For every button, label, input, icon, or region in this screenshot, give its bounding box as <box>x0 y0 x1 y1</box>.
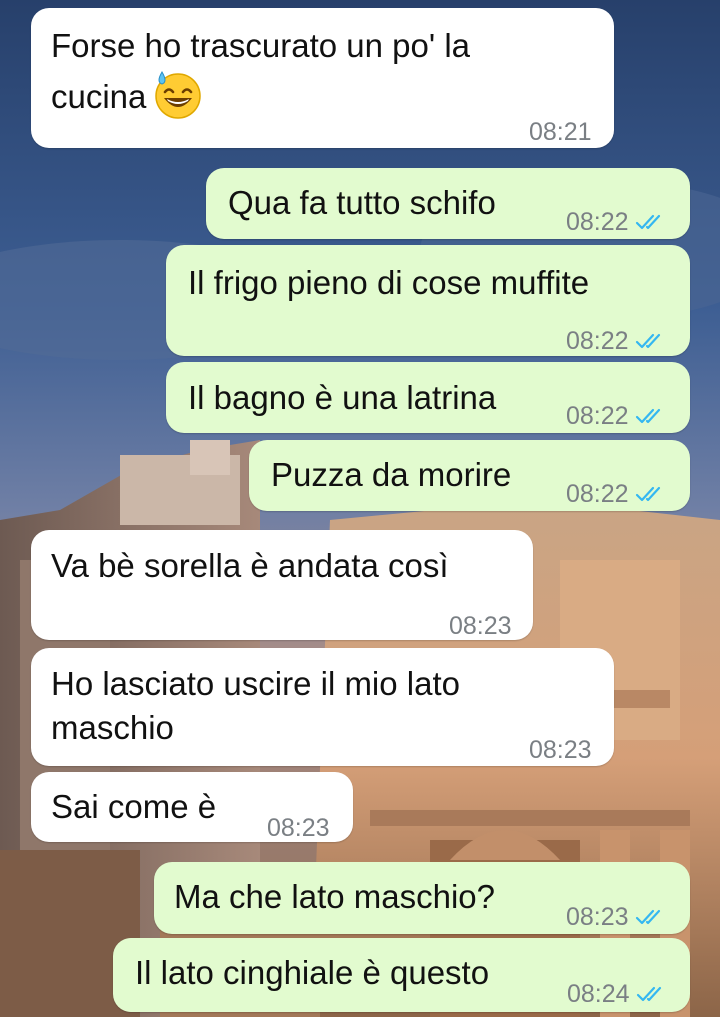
message-line: Il frigo pieno di cose muffite <box>188 264 590 301</box>
message-line: Il lato cinghiale è questo <box>135 954 490 991</box>
double-check-read-icon <box>635 907 665 927</box>
message-meta: 08:22 <box>566 200 665 244</box>
message-time: 08:22 <box>566 480 629 508</box>
double-check-read-icon <box>635 484 665 504</box>
message-meta: 08:22 <box>566 394 665 438</box>
chat-message-list[interactable]: Forse ho trascurato un po' la cucina 08:21… <box>0 0 720 1017</box>
outgoing-message-bubble[interactable]: Il frigo pieno di cose muffite 08:22 <box>166 245 690 356</box>
message-time: 08:23 <box>449 612 512 640</box>
message-meta: 08:22 <box>566 319 665 363</box>
message-meta: 08:23 <box>267 806 330 850</box>
incoming-message-bubble[interactable]: Va bè sorella è andata così 08:23 <box>31 530 533 640</box>
double-check-read-icon <box>635 212 665 232</box>
message-text: Il frigo pieno di cose muffite <box>188 261 589 305</box>
incoming-message-bubble[interactable]: Forse ho trascurato un po' la cucina 08:21 <box>31 8 614 148</box>
message-meta: 08:23 <box>449 604 512 648</box>
message-text: Sai come è <box>51 785 216 829</box>
incoming-message-bubble[interactable]: Sai come è 08:23 <box>31 772 353 842</box>
message-line: Va bè sorella è andata così <box>51 547 449 584</box>
message-line: Puzza da morire <box>271 456 512 493</box>
message-text: Puzza da morire <box>271 453 511 497</box>
message-meta: 08:21 <box>529 110 592 154</box>
message-line: maschio <box>51 709 174 746</box>
message-meta: 08:23 <box>529 728 592 772</box>
message-time: 08:22 <box>566 402 629 430</box>
message-time: 08:22 <box>566 208 629 236</box>
outgoing-message-bubble[interactable]: Qua fa tutto schifo 08:22 <box>206 168 690 239</box>
message-text: Il lato cinghiale è questo <box>135 951 489 995</box>
outgoing-message-bubble[interactable]: Il lato cinghiale è questo 08:24 <box>113 938 690 1012</box>
message-time: 08:21 <box>529 118 592 146</box>
outgoing-message-bubble[interactable]: Puzza da morire 08:22 <box>249 440 690 511</box>
message-text: Il bagno è una latrina <box>188 376 496 420</box>
message-meta: 08:24 <box>567 972 666 1016</box>
outgoing-message-bubble[interactable]: Il bagno è una latrina 08:22 <box>166 362 690 433</box>
message-time: 08:23 <box>267 814 330 842</box>
double-check-read-icon <box>635 331 665 351</box>
message-line: cucina <box>51 68 470 120</box>
message-text: Forse ho trascurato un po' la cucina <box>51 24 470 120</box>
double-check-read-icon <box>635 406 665 426</box>
message-text: Ho lasciato uscire il mio lato maschio <box>51 662 460 750</box>
message-line: Il bagno è una latrina <box>188 379 497 416</box>
message-meta: 08:22 <box>566 472 665 516</box>
message-text: Va bè sorella è andata così <box>51 544 448 588</box>
incoming-message-bubble[interactable]: Ho lasciato uscire il mio lato maschio 08:… <box>31 648 614 766</box>
message-line: Ho lasciato uscire il mio lato <box>51 665 460 702</box>
message-time: 08:24 <box>567 980 630 1008</box>
double-check-read-icon <box>636 984 666 1004</box>
message-time: 08:23 <box>529 736 592 764</box>
grinning-face-with-sweat-icon <box>152 68 204 120</box>
message-line: Forse ho trascurato un po' la <box>51 27 471 64</box>
message-meta: 08:23 <box>566 895 665 939</box>
message-time: 08:23 <box>566 903 629 931</box>
message-line: Qua fa tutto schifo <box>228 184 496 221</box>
message-line: Sai come è <box>51 788 217 825</box>
message-line: Ma che lato maschio? <box>174 878 495 915</box>
message-text: Ma che lato maschio? <box>174 875 495 919</box>
message-time: 08:22 <box>566 327 629 355</box>
message-text: Qua fa tutto schifo <box>228 181 496 225</box>
outgoing-message-bubble[interactable]: Ma che lato maschio? 08:23 <box>154 862 690 934</box>
